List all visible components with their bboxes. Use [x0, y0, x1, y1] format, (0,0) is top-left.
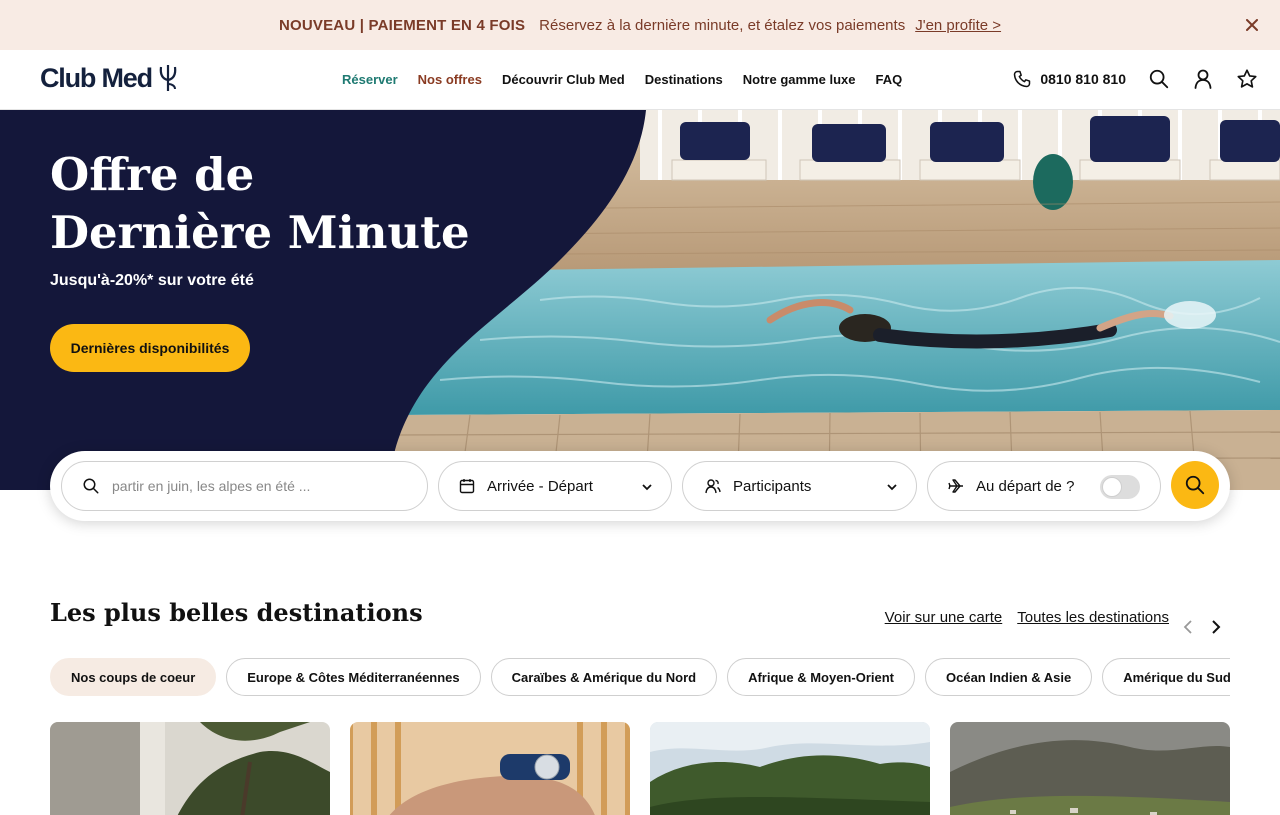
phone-icon — [1014, 70, 1031, 88]
all-destinations-link[interactable]: Toutes les destinations — [1017, 609, 1169, 626]
destination-cards — [50, 722, 1230, 815]
star-icon[interactable] — [1236, 68, 1258, 90]
promo-tag: NOUVEAU | PAIEMENT EN 4 FOIS — [278, 16, 526, 34]
destination-card[interactable] — [650, 722, 930, 815]
nav-faq[interactable]: FAQ — [875, 72, 902, 87]
logo-text: Club Med — [40, 62, 153, 93]
chevron-right-icon[interactable] — [1208, 617, 1224, 637]
nav-gamme-luxe[interactable]: Notre gamme luxe — [743, 72, 856, 87]
chip-amerique-sud[interactable]: Amérique du Sud et Centrale — [1102, 658, 1230, 696]
calendar-icon — [459, 478, 475, 494]
promo-banner: NOUVEAU | PAIEMENT EN 4 FOIS Réservez à … — [0, 0, 1280, 50]
region-filter-chips: Nos coups de coeur Europe & Côtes Médite… — [50, 658, 1230, 696]
destination-image — [650, 722, 930, 815]
chip-nos-coups-de-coeur[interactable]: Nos coups de coeur — [50, 658, 217, 696]
chip-ocean-indien[interactable]: Océan Indien & Asie — [925, 658, 1093, 696]
phone-link[interactable]: 0810 810 810 — [1012, 69, 1126, 89]
destinations-links: Voir sur une carte Toutes les destinatio… — [885, 609, 1169, 626]
destination-image — [950, 722, 1230, 815]
club-med-logo[interactable]: Club Med — [40, 61, 180, 95]
destination-image — [50, 722, 330, 815]
hero-title-line2: Dernière Minute — [50, 206, 470, 259]
destination-image — [350, 722, 630, 815]
destination-card[interactable] — [50, 722, 330, 815]
plane-icon — [948, 478, 964, 494]
departure-toggle[interactable] — [1100, 475, 1140, 499]
site-header: Club Med Réserver Nos offres Découvrir C… — [0, 50, 1280, 110]
search-submit-button[interactable] — [1171, 461, 1219, 509]
chevron-down-icon — [641, 480, 653, 497]
search-input[interactable]: partir en juin, les alpes en été ... — [61, 461, 428, 511]
hero-section: Offre de Dernière Minute Jusqu'à-20%* su… — [0, 110, 1280, 490]
last-availabilities-button[interactable]: Dernières disponibilités — [50, 324, 250, 372]
destination-card[interactable] — [350, 722, 630, 815]
trident-icon — [159, 65, 177, 91]
destinations-title: Les plus belles destinations — [50, 598, 423, 627]
chip-afrique[interactable]: Afrique & Moyen-Orient — [727, 658, 915, 696]
chip-europe[interactable]: Europe & Côtes Méditerranéennes — [226, 658, 481, 696]
chevron-left-icon[interactable] — [1180, 617, 1196, 637]
departure-field[interactable]: Au départ de ? — [927, 461, 1161, 511]
search-placeholder: partir en juin, les alpes en été ... — [112, 478, 311, 494]
user-icon[interactable] — [1192, 68, 1214, 90]
participants-icon — [705, 478, 721, 494]
map-link[interactable]: Voir sur une carte — [885, 609, 1003, 626]
hero-title: Offre de Dernière Minute — [50, 146, 470, 262]
chip-caraibes[interactable]: Caraïbes & Amérique du Nord — [490, 658, 718, 696]
participants-field[interactable]: Participants — [682, 461, 917, 511]
nav-decouvrir[interactable]: Découvrir Club Med — [502, 72, 625, 87]
search-icon[interactable] — [1148, 68, 1170, 90]
main-nav: Réserver Nos offres Découvrir Club Med D… — [342, 50, 902, 108]
chevron-down-icon — [886, 480, 898, 497]
promo-link[interactable]: J'en profite > — [915, 17, 1001, 34]
dates-field[interactable]: Arrivée - Départ — [438, 461, 672, 511]
dates-label: Arrivée - Départ — [487, 477, 593, 495]
search-icon — [82, 477, 100, 495]
phone-number: 0810 810 810 — [1040, 71, 1126, 87]
hero-title-line1: Offre de — [50, 148, 255, 201]
nav-nos-offres[interactable]: Nos offres — [418, 72, 482, 87]
nav-reserver[interactable]: Réserver — [342, 72, 398, 87]
toggle-knob — [1102, 477, 1122, 497]
promo-message: Réservez à la dernière minute, et étalez… — [539, 16, 906, 34]
nav-destinations[interactable]: Destinations — [645, 72, 723, 87]
close-icon[interactable] — [1242, 15, 1262, 35]
departure-label: Au départ de ? — [976, 477, 1075, 495]
destination-card[interactable] — [950, 722, 1230, 815]
search-icon — [1185, 475, 1205, 495]
header-actions: 0810 810 810 — [1012, 50, 1280, 108]
carousel-arrows — [1180, 617, 1224, 637]
participants-label: Participants — [733, 477, 812, 495]
search-bar: partir en juin, les alpes en été ... Arr… — [50, 451, 1230, 521]
hero-subtitle: Jusqu'à-20%* sur votre été — [50, 272, 254, 289]
